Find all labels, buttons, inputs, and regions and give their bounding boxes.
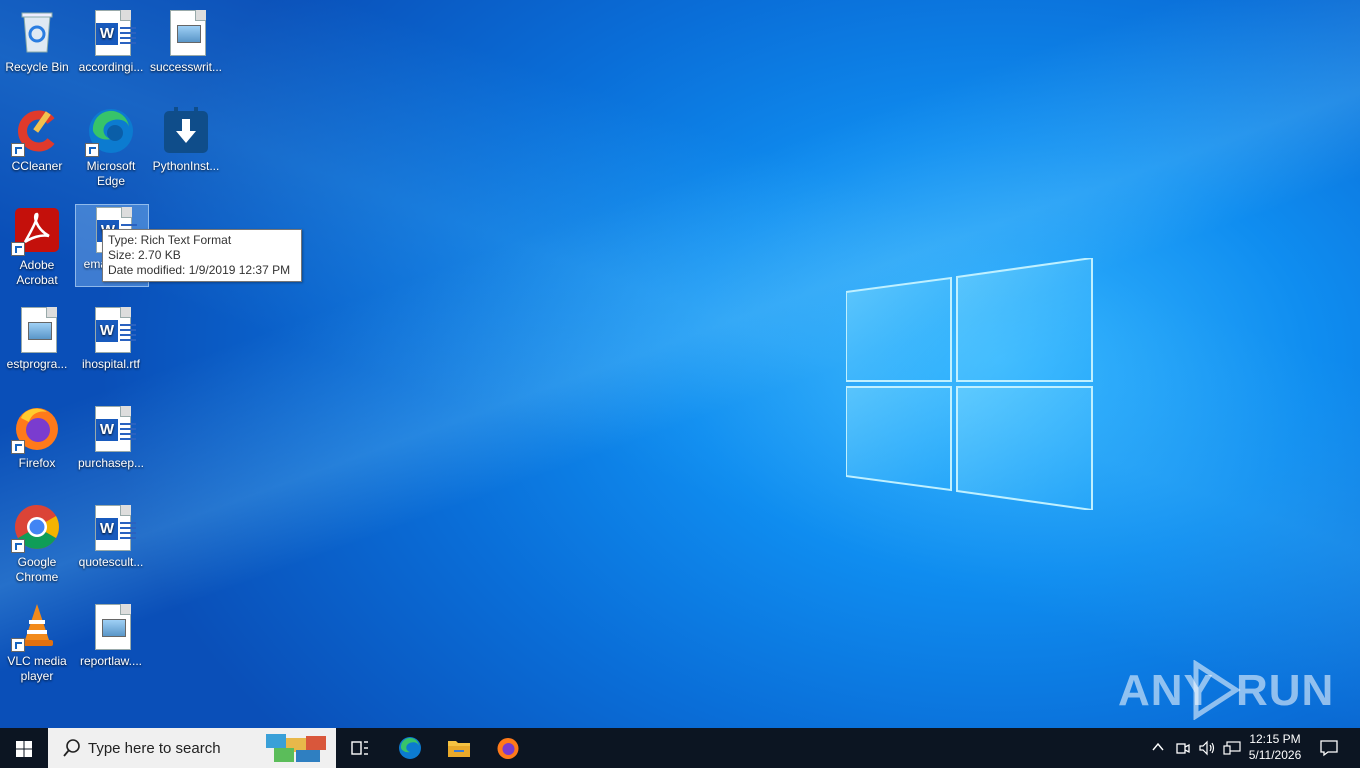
shortcut-arrow-icon [11, 638, 25, 652]
play-triangle-icon [1193, 660, 1241, 720]
word-document-icon: W [95, 10, 136, 56]
notification-icon [1320, 740, 1338, 757]
icon-label: estprogra... [6, 357, 68, 371]
word-document-icon: W [95, 406, 136, 452]
tray-meet-now-button[interactable] [1172, 728, 1194, 768]
tray-volume-button[interactable] [1196, 728, 1218, 768]
desktop-icon-vlc[interactable]: VLC media player [1, 602, 73, 684]
icon-label: quotescult... [78, 555, 144, 569]
taskbar-edge-button[interactable] [386, 728, 434, 768]
tooltip-size: Size: 2.70 KB [108, 248, 181, 262]
icon-label: Adobe Acrobat [16, 258, 58, 287]
meet-now-icon [1176, 743, 1190, 754]
chevron-up-icon [1152, 742, 1164, 751]
speaker-icon [1199, 740, 1215, 756]
icon-label: reportlaw.... [79, 654, 143, 668]
search-placeholder: Type here to search [88, 740, 221, 757]
icon-label: PythonInst... [152, 159, 220, 173]
image-file-icon [21, 307, 57, 353]
taskbar-search-box[interactable]: Type here to search [48, 728, 336, 768]
icon-label: purchasep... [77, 456, 145, 470]
desktop-icon-accordingi[interactable]: W accordingi... [75, 8, 147, 75]
desktop-icon-recycle-bin[interactable]: Recycle Bin [1, 8, 73, 75]
desktop-icon-firefox[interactable]: Firefox [1, 404, 73, 471]
tooltip-type: Type: Rich Text Format [108, 233, 232, 247]
icon-label: VLC media player [7, 654, 67, 683]
action-center-button[interactable] [1312, 728, 1346, 768]
icon-label: CCleaner [11, 159, 63, 173]
shortcut-arrow-icon [11, 440, 25, 454]
watermark-right-text: RUN [1236, 666, 1335, 715]
taskbar-firefox-button[interactable] [484, 728, 532, 768]
desktop-icon-reportlaw[interactable]: reportlaw.... [75, 602, 147, 669]
icon-label: Google Chrome [15, 555, 59, 584]
icon-label: Firefox [18, 456, 56, 470]
shortcut-arrow-icon [11, 143, 25, 157]
task-view-icon [351, 741, 368, 755]
firefox-icon [497, 738, 519, 759]
tooltip-date-modified: Date modified: 1/9/2019 12:37 PM [108, 263, 291, 277]
image-file-icon [170, 10, 206, 56]
windows-logo-wallpaper [846, 258, 1093, 510]
recycle-bin-icon [21, 12, 53, 53]
shortcut-arrow-icon [85, 143, 99, 157]
desktop-icon-ihospital[interactable]: W ihospital.rtf [75, 305, 147, 372]
word-document-icon: W [95, 505, 136, 551]
desktop-icon-estprogra[interactable]: estprogra... [1, 305, 73, 372]
shortcut-arrow-icon [11, 242, 25, 256]
edge-icon [399, 737, 421, 759]
desktop-icon-pythoninst[interactable]: PythonInst... [150, 107, 222, 174]
icon-label: Microsoft Edge [86, 159, 136, 188]
icon-label: Recycle Bin [5, 60, 69, 74]
desktop-icon-purchasep[interactable]: W purchasep... [75, 404, 147, 471]
download-installer-icon [164, 107, 208, 153]
clock-date: 5/11/2026 [1248, 748, 1302, 762]
show-hidden-icons-button[interactable] [1148, 728, 1168, 768]
icon-label: ihospital.rtf [81, 357, 141, 371]
icon-label: accordingi... [78, 60, 144, 74]
word-document-icon: W [95, 307, 136, 353]
clock-time: 12:15 PM [1249, 732, 1301, 746]
desktop-icon-microsoft-edge[interactable]: Microsoft Edge [75, 107, 147, 189]
desktop-icon-adobe-acrobat[interactable]: Adobe Acrobat [1, 206, 73, 288]
start-button[interactable] [0, 728, 48, 768]
taskbar: Type here to search 12:15 PM 5/11/2026 [0, 728, 1360, 768]
desktop-icon-ccleaner[interactable]: CCleaner [1, 107, 73, 174]
anyrun-watermark: ANY RUN [1118, 660, 1333, 720]
search-icon [63, 739, 80, 757]
search-highlight-puzzle-icon [266, 734, 326, 762]
shortcut-arrow-icon [11, 539, 25, 553]
folder-icon [448, 741, 470, 757]
task-view-button[interactable] [336, 728, 384, 768]
taskbar-file-explorer-button[interactable] [435, 728, 483, 768]
windows-start-icon [16, 741, 32, 757]
desktop-icon-google-chrome[interactable]: Google Chrome [1, 503, 73, 585]
icon-label: successwrit... [150, 60, 223, 74]
desktop-icon-successwrit[interactable]: successwrit... [150, 8, 222, 75]
desktop-icon-quotescult[interactable]: W quotescult... [75, 503, 147, 570]
file-tooltip: Type: Rich Text Format Size: 2.70 KB Dat… [102, 229, 302, 282]
image-file-icon [95, 604, 131, 650]
taskbar-clock[interactable]: 12:15 PM 5/11/2026 [1236, 731, 1314, 763]
